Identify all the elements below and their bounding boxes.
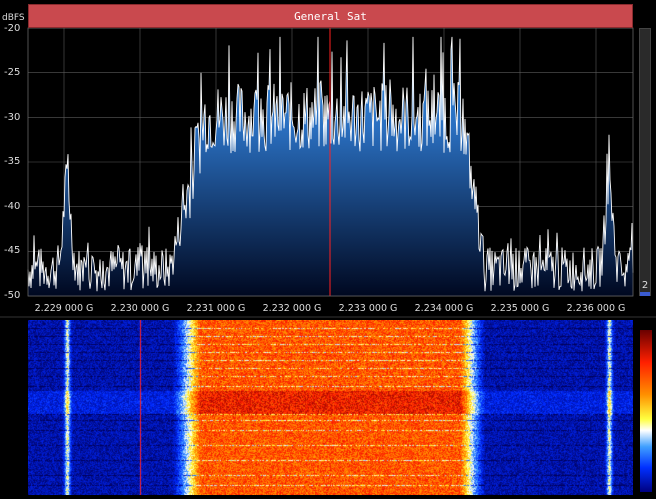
title-text: General Sat — [294, 9, 367, 23]
x-tick-label: 2.232 000 G — [262, 303, 322, 314]
title-banner: General Sat — [28, 4, 633, 28]
y-tick-label: -50 — [4, 290, 21, 301]
x-tick-label: 2.230 000 G — [110, 303, 170, 314]
y-tick-label: -25 — [4, 67, 21, 78]
x-tick-label: 2.233 000 G — [338, 303, 398, 314]
y-tick-label: -35 — [4, 156, 21, 167]
sdr-app: General Sat dBFS -20 -25 -30 -35 -40 -45… — [0, 0, 656, 499]
x-tick-label: 2.234 000 G — [414, 303, 474, 314]
x-tick-label: 2.236 000 G — [566, 303, 626, 314]
waterfall-colorbar[interactable] — [640, 330, 652, 492]
panel-divider — [0, 316, 656, 318]
zoom-scrollbar[interactable] — [639, 28, 651, 296]
y-tick-label: -45 — [4, 245, 21, 256]
scroll-indicator: 2 — [641, 280, 649, 291]
y-tick-label: -30 — [4, 112, 21, 123]
spectrum-plot[interactable] — [0, 0, 640, 316]
y-tick-label: -40 — [4, 201, 21, 212]
y-tick-label: -20 — [4, 23, 21, 34]
x-tick-label: 2.229 000 G — [34, 303, 94, 314]
y-unit-label: dBFS — [2, 13, 25, 23]
scroll-knob[interactable] — [640, 292, 650, 296]
x-tick-label: 2.235 000 G — [490, 303, 550, 314]
waterfall-display[interactable] — [28, 320, 633, 495]
x-tick-label: 2.231 000 G — [186, 303, 246, 314]
